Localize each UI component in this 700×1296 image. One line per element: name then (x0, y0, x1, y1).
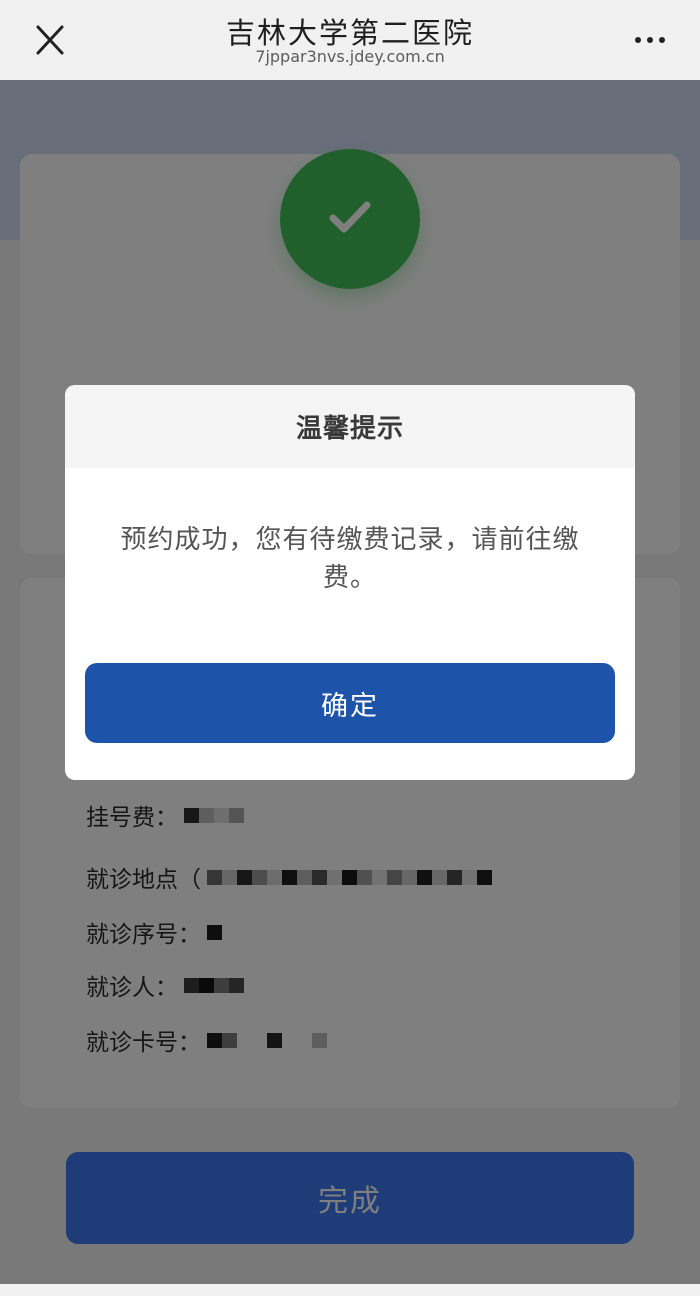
dialog-header: 温馨提示 (65, 385, 635, 468)
top-navbar: 吉林大学第二医院 7jppar3nvs.jdey.com.cn (0, 0, 700, 80)
page-title: 吉林大学第二医院 (225, 16, 474, 50)
page-domain: 7jppar3nvs.jdey.com.cn (255, 47, 445, 66)
dialog-message: 预约成功，您有待缴费记录，请前往缴费。 (120, 525, 580, 593)
bottom-strip (0, 1284, 700, 1296)
notice-dialog: 温馨提示 预约成功，您有待缴费记录，请前往缴费。 确定 (65, 385, 635, 780)
confirm-button[interactable]: 确定 (85, 663, 615, 743)
more-icon[interactable] (622, 22, 678, 58)
dialog-title: 温馨提示 (295, 414, 404, 444)
